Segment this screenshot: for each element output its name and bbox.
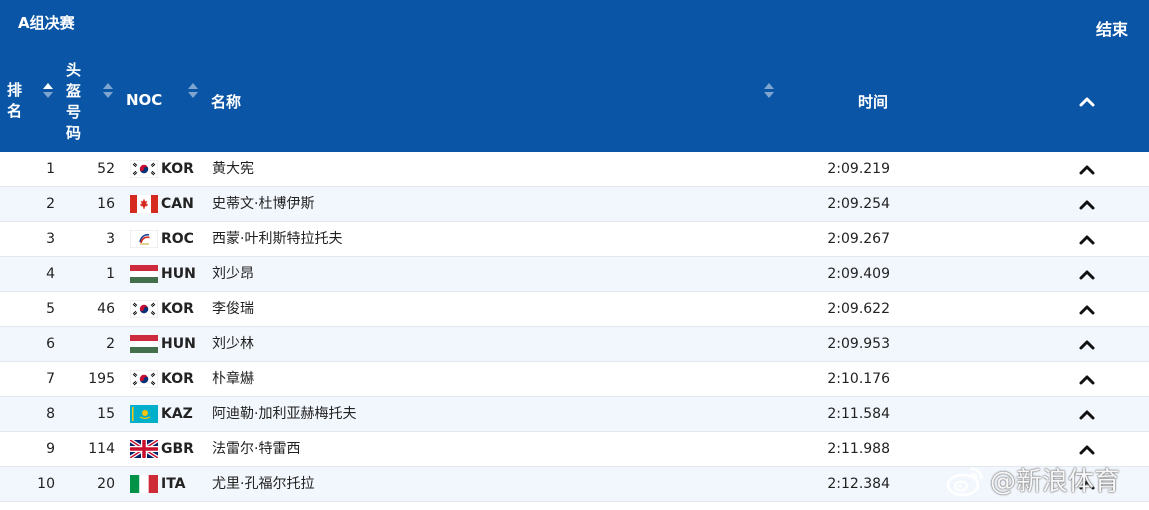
bib-cell: 195 — [88, 371, 115, 387]
column-header-name[interactable]: 名称 — [211, 91, 241, 112]
expand-row-chevron-icon[interactable] — [1077, 408, 1097, 422]
kaz-flag-icon — [130, 405, 158, 423]
time-cell: 2:09.267 — [827, 231, 890, 247]
bib-cell: 1 — [106, 266, 115, 282]
can-flag-icon — [130, 195, 158, 213]
noc-cell: KOR — [161, 371, 194, 387]
rank-cell: 4 — [46, 266, 55, 282]
expand-row-chevron-icon[interactable] — [1077, 163, 1097, 177]
athlete-name[interactable]: 西蒙·叶利斯特拉托夫 — [212, 222, 342, 256]
time-cell: 2:10.176 — [827, 371, 890, 387]
table-row[interactable]: 1 52 KOR 黄大宪 2:09.219 — [0, 152, 1149, 187]
rank-cell: 6 — [46, 336, 55, 352]
column-header-bib[interactable]: 头盔号码 — [66, 60, 84, 144]
hun-flag-icon — [130, 265, 158, 283]
bib-cell: 16 — [97, 196, 115, 212]
column-header-rank[interactable]: 排名 — [7, 80, 25, 122]
expand-row-chevron-icon[interactable] — [1077, 443, 1097, 457]
column-header-time[interactable]: 时间 — [858, 91, 888, 112]
athlete-name[interactable]: 阿迪勒·加利亚赫梅托夫 — [212, 397, 356, 431]
table-row[interactable]: 3 3 ROC 西蒙·叶利斯特拉托夫 2:09.267 — [0, 222, 1149, 257]
results-table: 1 52 KOR 黄大宪 2:09.219 2 16 CAN 史蒂文·杜博伊斯 2:09.254 3… — [0, 152, 1149, 502]
noc-cell: HUN — [161, 266, 196, 282]
bib-cell: 52 — [97, 161, 115, 177]
expand-row-chevron-icon[interactable] — [1077, 233, 1097, 247]
athlete-name[interactable]: 黄大宪 — [212, 152, 254, 186]
athlete-name[interactable]: 史蒂文·杜博伊斯 — [212, 187, 314, 221]
table-row[interactable]: 4 1 HUN 刘少昂 2:09.409 — [0, 257, 1149, 292]
time-cell: 2:09.953 — [827, 336, 890, 352]
athlete-name[interactable]: 李俊瑞 — [212, 292, 254, 326]
athlete-name[interactable]: 朴章爀 — [212, 362, 254, 396]
athlete-name[interactable]: 刘少昂 — [212, 257, 254, 291]
bib-cell: 2 — [106, 336, 115, 352]
table-row[interactable]: 7 195 KOR 朴章爀 2:10.176 — [0, 362, 1149, 397]
athlete-name[interactable]: 刘少林 — [212, 327, 254, 361]
rank-cell: 2 — [46, 196, 55, 212]
noc-cell: KOR — [161, 161, 194, 177]
time-cell: 2:09.219 — [827, 161, 890, 177]
athlete-name[interactable]: 法雷尔·特雷西 — [212, 432, 300, 466]
time-cell: 2:12.384 — [827, 476, 890, 492]
expand-row-chevron-icon[interactable] — [1077, 338, 1097, 352]
athlete-name[interactable]: 尤里·孔福尔托拉 — [212, 467, 314, 501]
table-row[interactable]: 6 2 HUN 刘少林 2:09.953 — [0, 327, 1149, 362]
weibo-logo-icon — [946, 464, 986, 498]
noc-cell: CAN — [161, 196, 194, 212]
bib-cell: 114 — [88, 441, 115, 457]
rank-sort-icon[interactable] — [42, 83, 54, 101]
noc-cell: HUN — [161, 336, 196, 352]
kor-flag-icon — [130, 370, 158, 388]
section-title: A组决赛 — [18, 14, 75, 32]
collapse-all-chevron-icon[interactable] — [1077, 95, 1097, 109]
time-cell: 2:11.584 — [827, 406, 890, 422]
time-cell: 2:09.622 — [827, 301, 890, 317]
results-header: A组决赛 结束 排名 头盔号码 NOC 名称 时间 — [0, 0, 1149, 152]
column-header-noc[interactable]: NOC — [126, 91, 162, 109]
time-cell: 2:11.988 — [827, 441, 890, 457]
rank-cell: 1 — [46, 161, 55, 177]
time-cell: 2:09.409 — [827, 266, 890, 282]
expand-row-chevron-icon[interactable] — [1077, 303, 1097, 317]
rank-cell: 10 — [37, 476, 55, 492]
ita-flag-icon — [130, 475, 158, 493]
watermark-text: @新浪体育 — [990, 467, 1121, 497]
expand-row-chevron-icon[interactable] — [1077, 373, 1097, 387]
rank-cell: 5 — [46, 301, 55, 317]
bib-cell: 3 — [106, 231, 115, 247]
noc-cell: ROC — [161, 231, 194, 247]
rank-cell: 7 — [46, 371, 55, 387]
time-cell: 2:09.254 — [827, 196, 890, 212]
noc-cell: GBR — [161, 441, 194, 457]
table-row[interactable]: 5 46 KOR 李俊瑞 2:09.622 — [0, 292, 1149, 327]
bib-cell: 15 — [97, 406, 115, 422]
expand-row-chevron-icon[interactable] — [1077, 198, 1097, 212]
noc-sort-icon[interactable] — [187, 83, 199, 101]
bib-cell: 20 — [97, 476, 115, 492]
noc-cell: ITA — [161, 476, 186, 492]
rank-cell: 9 — [46, 441, 55, 457]
roc-flag-icon — [130, 230, 158, 248]
table-row[interactable]: 8 15 KAZ 阿迪勒·加利亚赫梅托夫 2:11.584 — [0, 397, 1149, 432]
hun-flag-icon — [130, 335, 158, 353]
table-row[interactable]: 2 16 CAN 史蒂文·杜博伊斯 2:09.254 — [0, 187, 1149, 222]
rank-cell: 8 — [46, 406, 55, 422]
bib-cell: 46 — [97, 301, 115, 317]
watermark: @新浪体育 — [946, 462, 1146, 502]
expand-row-chevron-icon[interactable] — [1077, 268, 1097, 282]
noc-cell: KAZ — [161, 406, 193, 422]
gbr-flag-icon — [130, 440, 158, 458]
name-sort-icon[interactable] — [763, 83, 775, 101]
noc-cell: KOR — [161, 301, 194, 317]
rank-cell: 3 — [46, 231, 55, 247]
kor-flag-icon — [130, 160, 158, 178]
bib-sort-icon[interactable] — [102, 83, 114, 101]
kor-flag-icon — [130, 300, 158, 318]
status-label: 结束 — [1095, 20, 1128, 39]
